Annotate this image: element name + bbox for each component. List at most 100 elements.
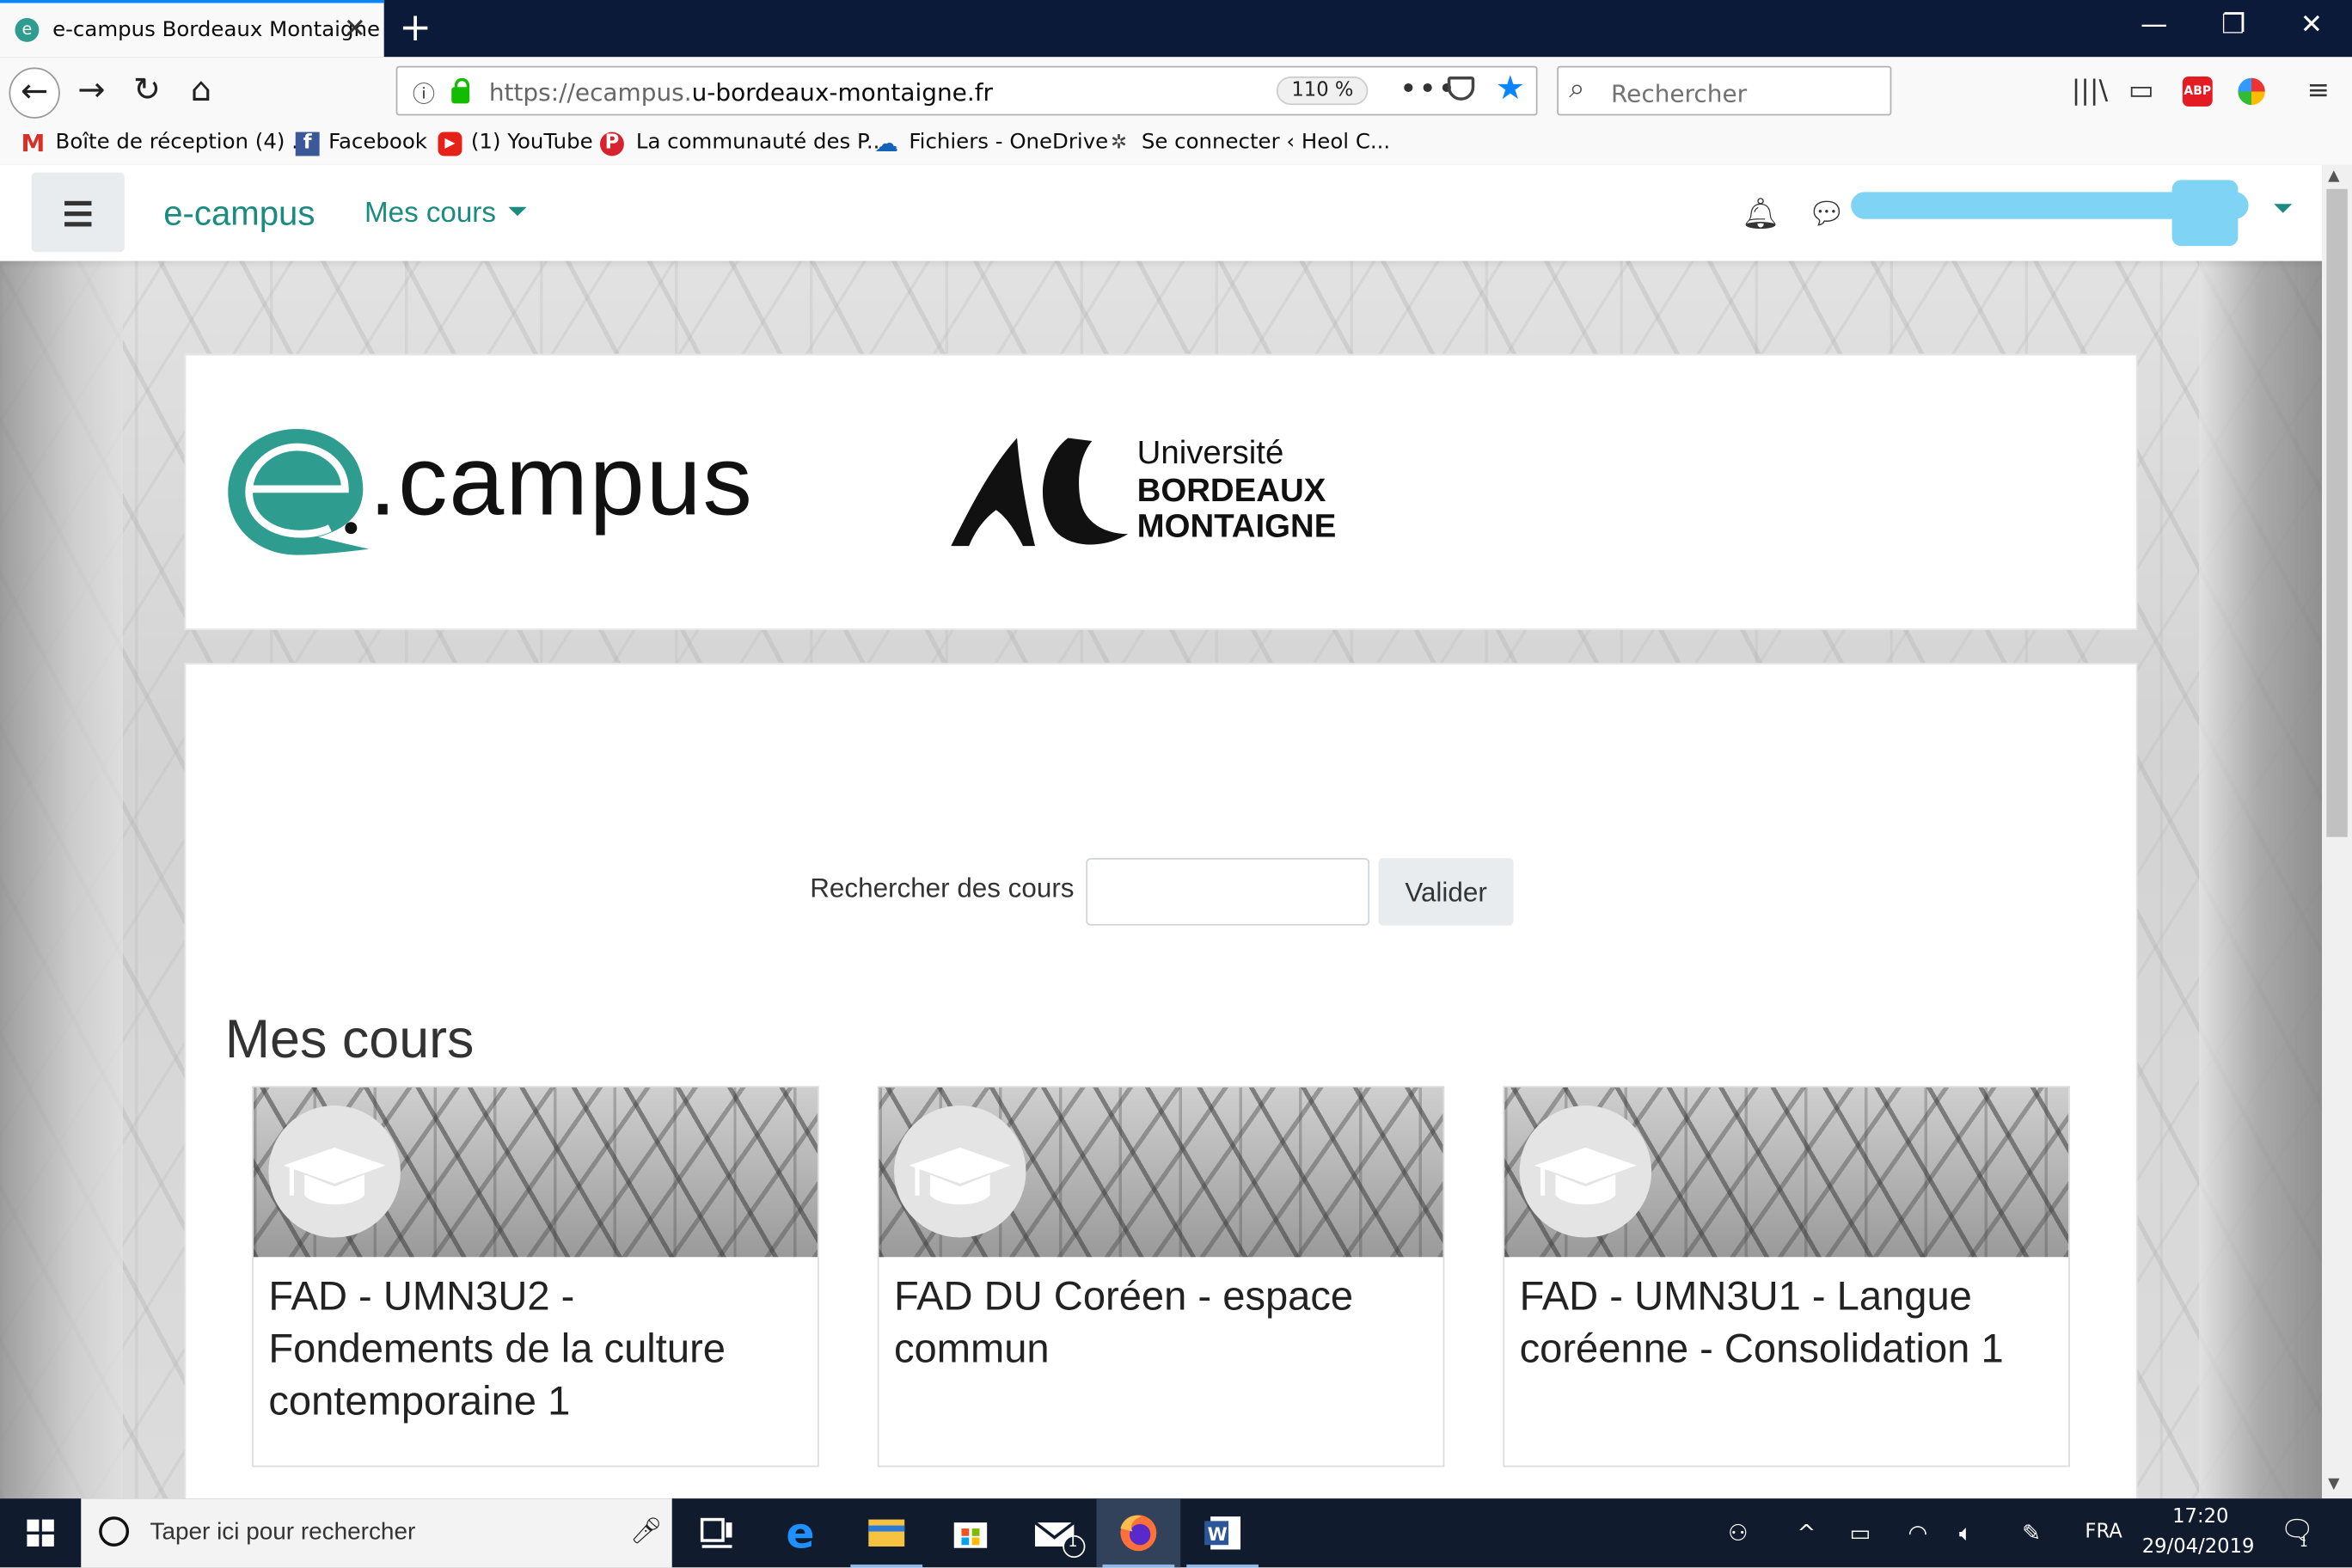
hamburger-line: [64, 222, 92, 227]
my-courses-menu[interactable]: Mes cours: [364, 198, 526, 230]
task-view-icon[interactable]: [675, 1498, 759, 1567]
battery-icon[interactable]: ▭: [1849, 1520, 1871, 1547]
notifications-bell-icon[interactable]: 🔔︎: [1742, 195, 1779, 231]
tray-chevron-up-icon[interactable]: ^: [1797, 1520, 1816, 1547]
university-logo-mark: [951, 438, 1129, 547]
sidebar-icon[interactable]: ▭: [2128, 75, 2154, 107]
user-avatar[interactable]: [2171, 180, 2239, 247]
bookmark-heol[interactable]: Se connecter ‹ Heol C...: [1142, 131, 1390, 155]
bookmark-facebook[interactable]: Facebook: [328, 131, 427, 155]
svg-text:W: W: [1208, 1524, 1228, 1545]
course-card[interactable]: FAD - UMN3U2 - Fondements de la culture …: [252, 1086, 819, 1467]
course-title[interactable]: FAD - UMN3U2 - Fondements de la culture …: [268, 1271, 805, 1428]
bookmark-gmail[interactable]: Boîte de réception (4) ...: [56, 131, 312, 155]
file-explorer-icon[interactable]: [844, 1498, 928, 1568]
drawer-toggle-button[interactable]: [31, 172, 125, 253]
store-icon[interactable]: [928, 1498, 1013, 1567]
bookmark-youtube[interactable]: (1) YouTube: [471, 131, 593, 155]
adblock-plus-icon[interactable]: ABP: [2182, 76, 2213, 107]
color-extension-icon[interactable]: [2238, 77, 2265, 106]
page-viewport: e-campus Mes cours 🔔︎ 💬︎ .campus Univers…: [0, 164, 2323, 1499]
input-language[interactable]: FRA: [2085, 1521, 2122, 1543]
word-icon[interactable]: W: [1180, 1498, 1265, 1568]
clock-time[interactable]: 17:20: [2171, 1506, 2231, 1528]
course-search-label: Rechercher des cours: [810, 873, 1075, 903]
wifi-icon[interactable]: ◠: [1908, 1520, 1928, 1547]
clock-date[interactable]: 29/04/2019: [2142, 1536, 2255, 1559]
restore-window-icon[interactable]: ❐: [2199, 9, 2268, 40]
course-card[interactable]: FAD DU Coréen - espace commun: [877, 1086, 1445, 1467]
reload-icon[interactable]: ↻: [121, 66, 172, 117]
university-logo-line1: Université: [1136, 433, 1284, 471]
tab-title: e-campus Bordeaux Montaigne: [52, 17, 381, 42]
course-search-submit-button[interactable]: Valider: [1378, 858, 1514, 926]
site-brand-link[interactable]: e-campus: [163, 193, 315, 234]
url-text[interactable]: https://ecampus.u-bordeaux-montaigne.fr: [489, 78, 993, 107]
pocket-icon[interactable]: [1447, 76, 1475, 101]
site-navbar: e-campus Mes cours 🔔︎ 💬︎: [0, 164, 2323, 261]
facebook-icon: f: [295, 132, 320, 156]
address-bar[interactable]: ⓘ https://ecampus.u-bordeaux-montaigne.f…: [395, 65, 1538, 116]
volume-icon[interactable]: 🔈︎: [1959, 1520, 1973, 1547]
forward-arrow-icon[interactable]: →: [66, 66, 117, 117]
bookmark-pinterest[interactable]: La communauté des P...: [636, 131, 886, 155]
ecampus-logo-text: .campus: [369, 424, 754, 536]
close-tab-icon[interactable]: ✕: [344, 14, 366, 46]
university-logo-line3: MONTAIGNE: [1136, 506, 1337, 545]
graduation-cap-icon: [1534, 1147, 1637, 1205]
mail-icon[interactable]: 1: [1013, 1498, 1097, 1567]
back-arrow-icon[interactable]: ←: [9, 67, 60, 119]
microphone-icon[interactable]: 🎤︎: [630, 1516, 663, 1547]
background-left-margin: [0, 260, 124, 1499]
graduation-cap-icon: [909, 1147, 1012, 1205]
browser-tab[interactable]: e e-campus Bordeaux Montaigne ✕: [0, 0, 384, 58]
scroll-down-icon[interactable]: ▼: [2328, 1476, 2339, 1492]
hamburger-line: [64, 211, 92, 217]
windows-start-icon[interactable]: [0, 1498, 81, 1567]
zoom-level-badge[interactable]: 110 %: [1276, 76, 1369, 106]
browser-search-placeholder: Rechercher: [1611, 79, 1748, 108]
messages-chat-icon[interactable]: 💬︎: [1808, 195, 1846, 231]
menu-icon[interactable]: ≡: [2307, 75, 2330, 107]
mail-badge: 1: [1068, 1534, 1078, 1552]
onedrive-icon: ☁: [874, 129, 899, 158]
new-tab-icon[interactable]: +: [399, 6, 432, 51]
library-icon[interactable]: |||\: [2072, 75, 2108, 107]
user-menu-caret-icon[interactable]: [2274, 204, 2293, 213]
pinterest-icon: P: [599, 132, 624, 156]
running-indicator: [1186, 1564, 1259, 1568]
bookmark-star-icon[interactable]: ★: [1496, 70, 1525, 108]
site-info-icon[interactable]: ⓘ: [413, 78, 435, 110]
my-courses-heading: Mes cours: [224, 1008, 475, 1070]
scrollbar-thumb[interactable]: [2326, 188, 2348, 837]
graduation-cap-icon: [283, 1147, 386, 1205]
bookmark-onedrive[interactable]: Fichiers - OneDrive: [909, 131, 1108, 155]
notification-badge: 1: [2299, 1535, 2308, 1552]
taskbar-search-box[interactable]: Taper ici pour rechercher 🎤︎: [81, 1498, 672, 1568]
edge-icon[interactable]: e: [761, 1498, 845, 1567]
pen-workspace-icon[interactable]: ✎: [2022, 1520, 2041, 1547]
course-card[interactable]: FAD - UMN3U1 - Langue coréenne - Consoli…: [1503, 1086, 2070, 1467]
people-icon[interactable]: ⚇: [1728, 1520, 1748, 1547]
close-window-icon[interactable]: ✕: [2277, 9, 2346, 40]
taskbar-search-placeholder: Taper ici pour rechercher: [150, 1519, 416, 1546]
secure-lock-icon: [451, 77, 470, 104]
svg-text:e: e: [786, 1510, 814, 1559]
ecampus-favicon-icon: e: [15, 17, 40, 42]
my-courses-menu-label: Mes cours: [364, 198, 496, 230]
browser-search-box[interactable]: ⌕ Rechercher: [1557, 65, 1892, 116]
course-title[interactable]: FAD - UMN3U1 - Langue coréenne - Consoli…: [1520, 1271, 2057, 1375]
youtube-icon: ▶: [438, 132, 462, 156]
hamburger-line: [64, 200, 92, 206]
scroll-up-icon[interactable]: ▲: [2328, 168, 2339, 184]
minimize-window-icon[interactable]: —: [2120, 9, 2189, 40]
course-search-input[interactable]: [1086, 858, 1370, 926]
heol-icon: ✲: [1111, 132, 1128, 155]
course-title[interactable]: FAD DU Coréen - espace commun: [894, 1271, 1431, 1375]
cortana-icon: [99, 1516, 130, 1547]
action-center-icon[interactable]: 🗨︎: [2280, 1515, 2314, 1547]
university-logo-line2: BORDEAUX: [1136, 470, 1326, 509]
home-icon[interactable]: ⌂: [175, 66, 226, 117]
running-indicator: [850, 1564, 923, 1568]
firefox-icon[interactable]: [1096, 1498, 1181, 1568]
